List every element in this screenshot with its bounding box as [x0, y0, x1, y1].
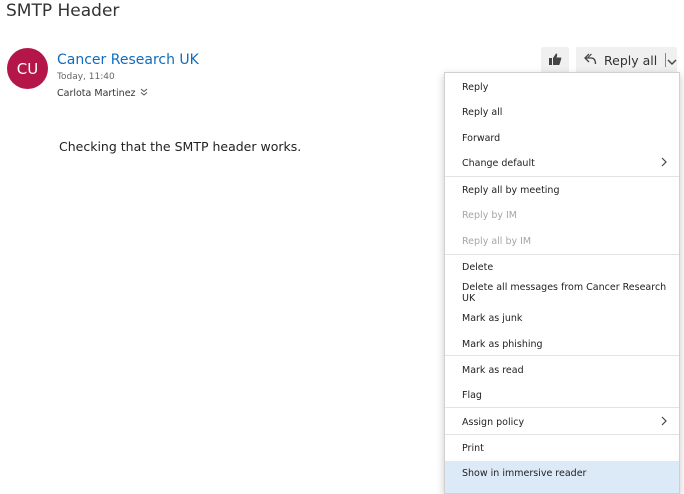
menu-item-reply-by-im: Reply by IM	[462, 209, 518, 221]
menu-item-mark-as-phishing[interactable]: Mark as phishing	[445, 332, 679, 356]
avatar-initials: CU	[16, 59, 39, 78]
like-button[interactable]	[541, 47, 569, 73]
menu-item-reply-all-by-meeting[interactable]: Reply all by meeting	[445, 178, 679, 202]
menu-item-flag[interactable]: Flag	[445, 383, 679, 407]
thumbs-up-icon	[548, 51, 562, 70]
reply-all-button[interactable]: Reply all	[576, 47, 657, 73]
menu-divider	[445, 407, 679, 408]
chevron-down-icon	[667, 51, 677, 70]
message-date: Today, 11:40	[57, 72, 115, 82]
reply-options-dropdown[interactable]	[666, 47, 677, 73]
menu-item-immersive-reader[interactable]: Show in immersive reader	[445, 461, 679, 493]
menu-divider	[445, 176, 679, 177]
menu-divider	[445, 355, 679, 356]
menu-divider	[445, 434, 679, 435]
reply-all-label: Reply all	[604, 52, 658, 68]
recipient-line[interactable]: Carlota Martinez	[57, 88, 148, 99]
menu-item-delete[interactable]: Delete	[445, 255, 679, 279]
expand-recipients-icon[interactable]	[140, 88, 148, 99]
menu-item-mark-as-junk[interactable]: Mark as junk	[445, 306, 679, 330]
menu-item-reply-all[interactable]: Reply all	[445, 100, 679, 124]
sender-name[interactable]: Cancer Research UK	[57, 52, 199, 68]
menu-item-forward[interactable]: Forward	[445, 126, 679, 150]
menu-item-assign-policy[interactable]: Assign policy	[445, 410, 679, 434]
reply-all-icon	[583, 52, 597, 69]
reply-all-split-button[interactable]: Reply all	[576, 47, 677, 73]
avatar[interactable]: CU	[7, 48, 48, 89]
message-body: Checking that the SMTP header works.	[59, 139, 302, 154]
chevron-right-icon	[661, 416, 667, 429]
menu-item-mark-as-read[interactable]: Mark as read	[445, 358, 679, 382]
menu-item-change-default[interactable]: Change default	[445, 151, 679, 175]
message-subject: SMTP Header	[6, 1, 120, 21]
chevron-right-icon	[661, 157, 667, 170]
menu-item-delete-all-from-sender[interactable]: Delete all messages from Cancer Research…	[445, 281, 679, 305]
menu-item-print[interactable]: Print	[445, 436, 679, 460]
menu-item-reply[interactable]: Reply	[445, 75, 679, 99]
reply-options-menu: Reply Reply all Forward Change default R…	[444, 72, 680, 494]
menu-item-reply-all-by-im: Reply all by IM	[462, 235, 532, 247]
recipient-name: Carlota Martinez	[57, 88, 136, 99]
